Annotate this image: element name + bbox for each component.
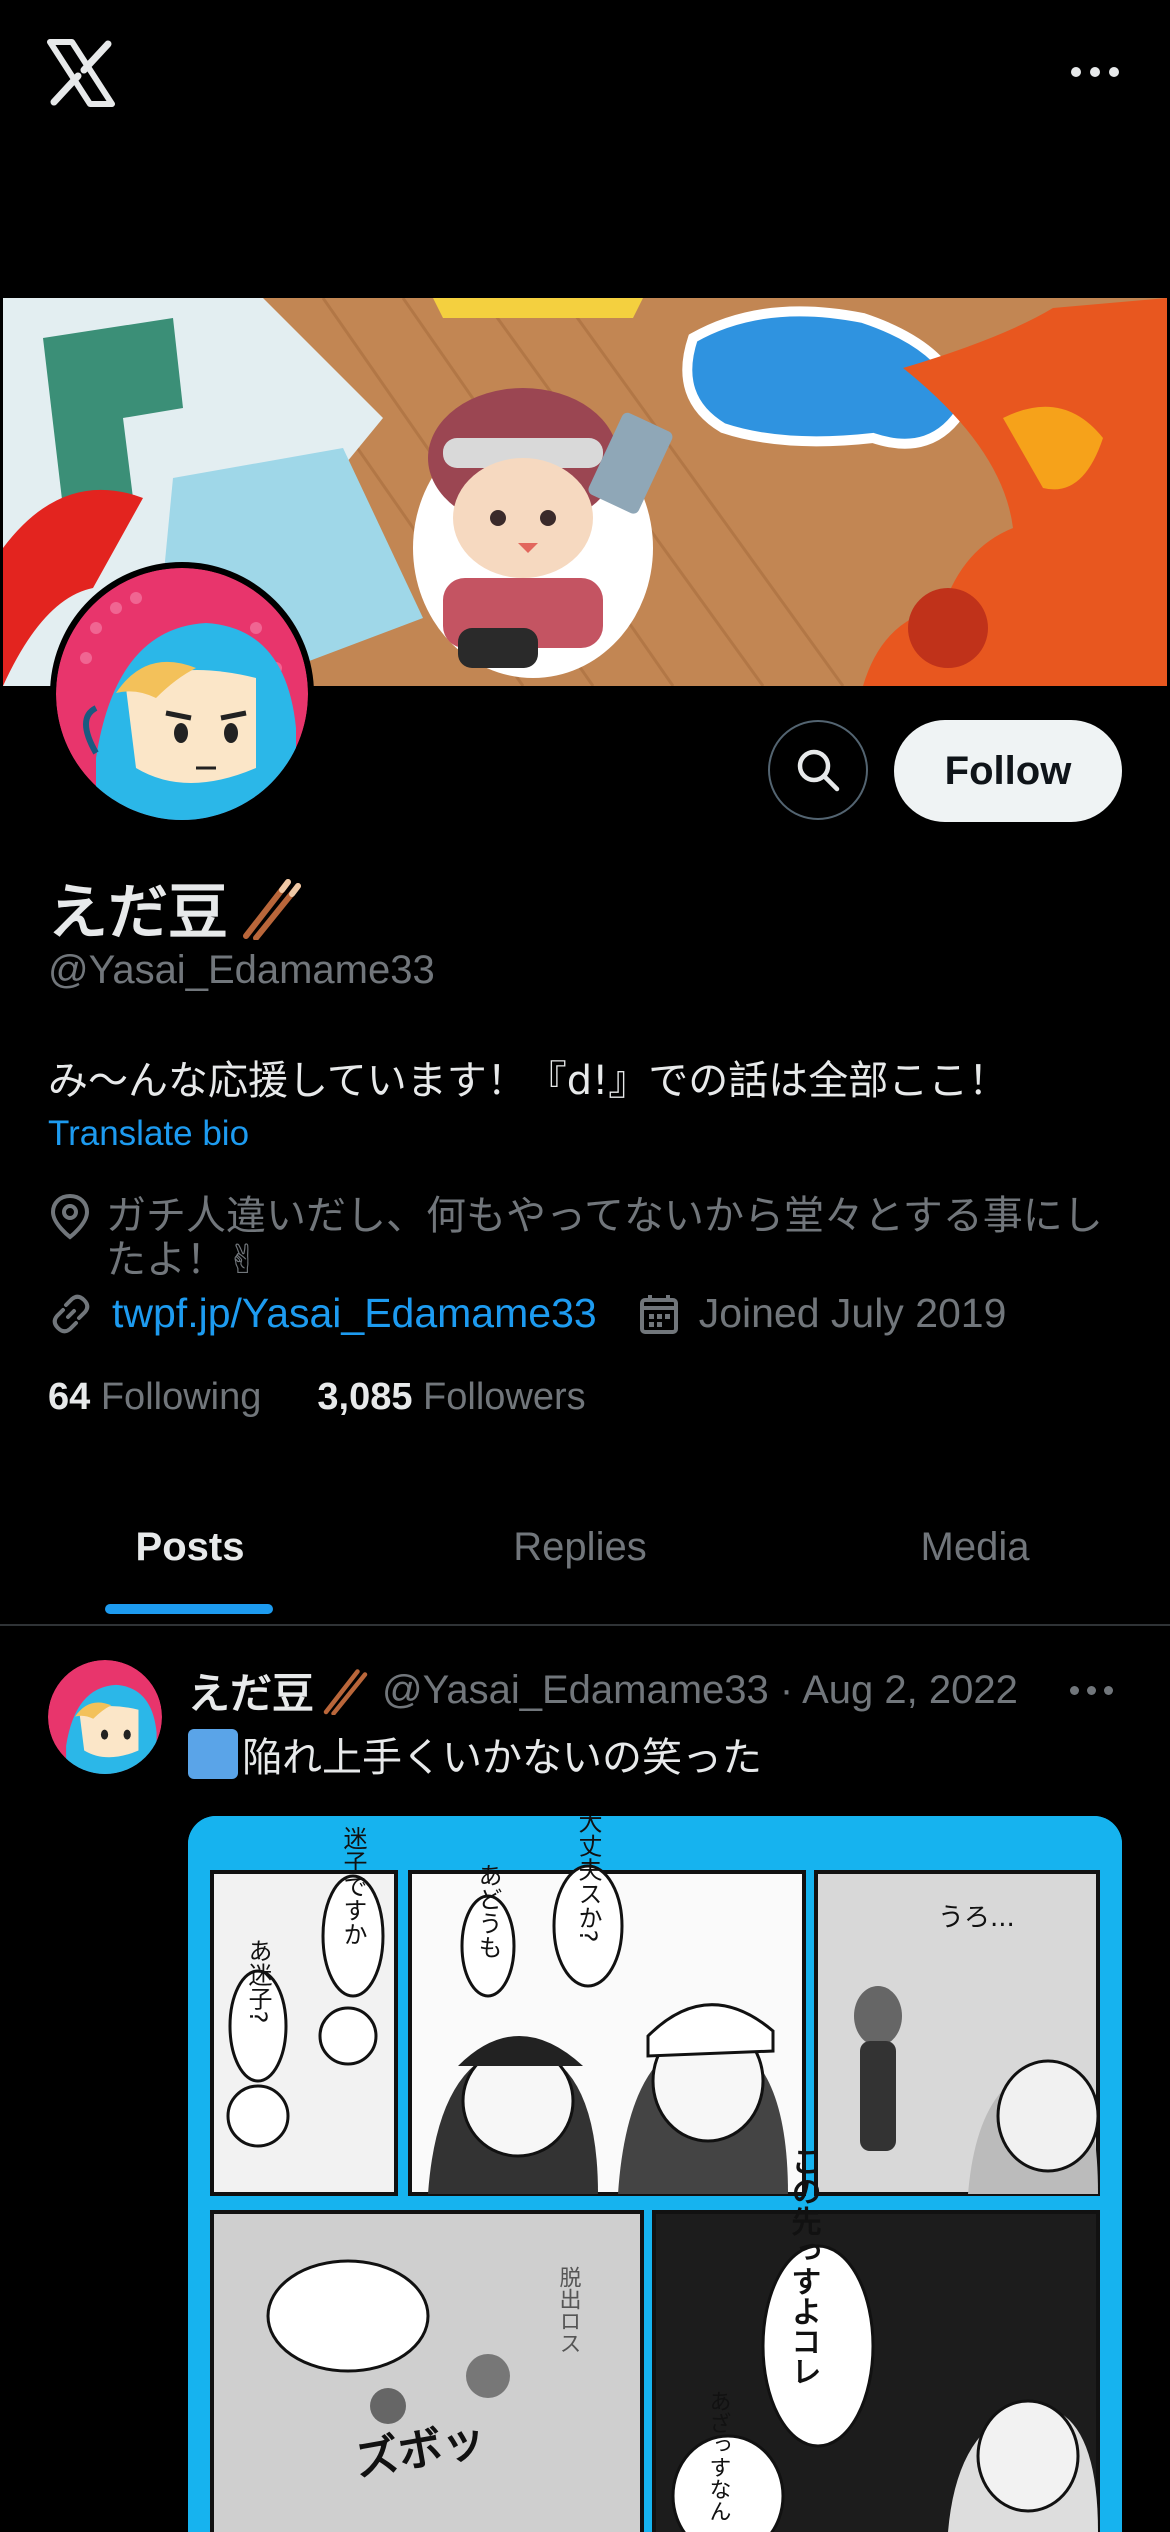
chopsticks-icon [323,1668,368,1715]
followers-stat[interactable]: 3,085 Followers [317,1376,585,1419]
profile-handle: @Yasai_Edamame33 [48,948,435,992]
following-stat[interactable]: 64 Following [48,1376,261,1419]
x-logo-icon[interactable] [46,38,116,108]
manga-bubble-7: 脱出ロス [556,2266,582,2354]
profile-website-link[interactable]: twpf.jp/Yasai_Edamame33 [112,1290,597,1337]
tab-replies[interactable]: Replies [390,1490,770,1604]
location-pin-icon [50,1193,90,1240]
post-header: えだ豆 @Yasai_Edamame33 · Aug 2, 2022 [188,1660,1018,1721]
chopsticks-icon [243,878,301,940]
profile-bio: み〜んな応援しています！『d!』での話は全部ここ！ [48,1058,1009,1104]
post-author-avatar[interactable] [48,1660,162,1774]
link-joined-row: twpf.jp/Yasai_Edamame33 Joined July 2019 [48,1290,1006,1337]
link-icon [52,1294,90,1333]
post-meta[interactable]: @Yasai_Edamame33 · Aug 2, 2022 [382,1668,1018,1713]
followers-count: 3,085 [317,1376,413,1418]
location-row: ガチ人違いだし、何もやってないから堂々とする事にしたよ！✌ [48,1193,1128,1283]
follow-stats: 64 Following 3,085 Followers [48,1376,586,1419]
translate-bio-link[interactable]: Translate bio [48,1114,249,1154]
display-name-text: えだ豆 [48,878,228,948]
following-count: 64 [48,1376,91,1418]
manga-bubble-3: 大丈夫スか? [574,1816,602,1942]
profile-joined-date: Joined July 2019 [698,1290,1007,1336]
display-name: えだ豆 [48,864,302,951]
manga-bubble-5: うろ... [938,1903,1015,1933]
followers-label: Followers [423,1376,586,1418]
tab-active-indicator [105,1604,273,1614]
manga-bubble-6: この先っすよコレ [786,2146,822,2386]
manga-bubble-4: あどうも [474,1863,502,1959]
search-button[interactable] [768,720,868,820]
post-text-content: 陥れ上手くいかないの笑った [242,1735,762,1781]
post-author-name[interactable]: えだ豆 [188,1660,314,1721]
follow-button[interactable]: Follow [894,720,1122,822]
post-media-image[interactable]: 迷子ですか あ迷子? 大丈夫スか? あどうも うろ... 脱出ロス ズボッ この… [188,1816,1122,2532]
post-more-icon[interactable] [1070,1686,1113,1695]
following-label: Following [100,1376,262,1418]
blue-square-emoji-icon [188,1729,238,1779]
manga-bubble-2: あ迷子? [244,1939,272,2024]
post-text: 陥れ上手くいかないの笑った [188,1725,762,1783]
profile-location: ガチ人違いだし、何もやってないから堂々とする事にしたよ！✌ [106,1193,1103,1283]
manga-bubble-8: あざっすなん [706,2390,731,2522]
more-options-icon[interactable] [1050,52,1140,92]
tab-posts[interactable]: Posts [0,1490,380,1604]
calendar-icon [639,1294,678,1334]
search-icon [797,749,840,792]
manga-bubble-1: 迷子ですか [339,1826,367,1946]
profile-avatar[interactable] [50,562,314,826]
tab-media[interactable]: Media [790,1490,1160,1604]
